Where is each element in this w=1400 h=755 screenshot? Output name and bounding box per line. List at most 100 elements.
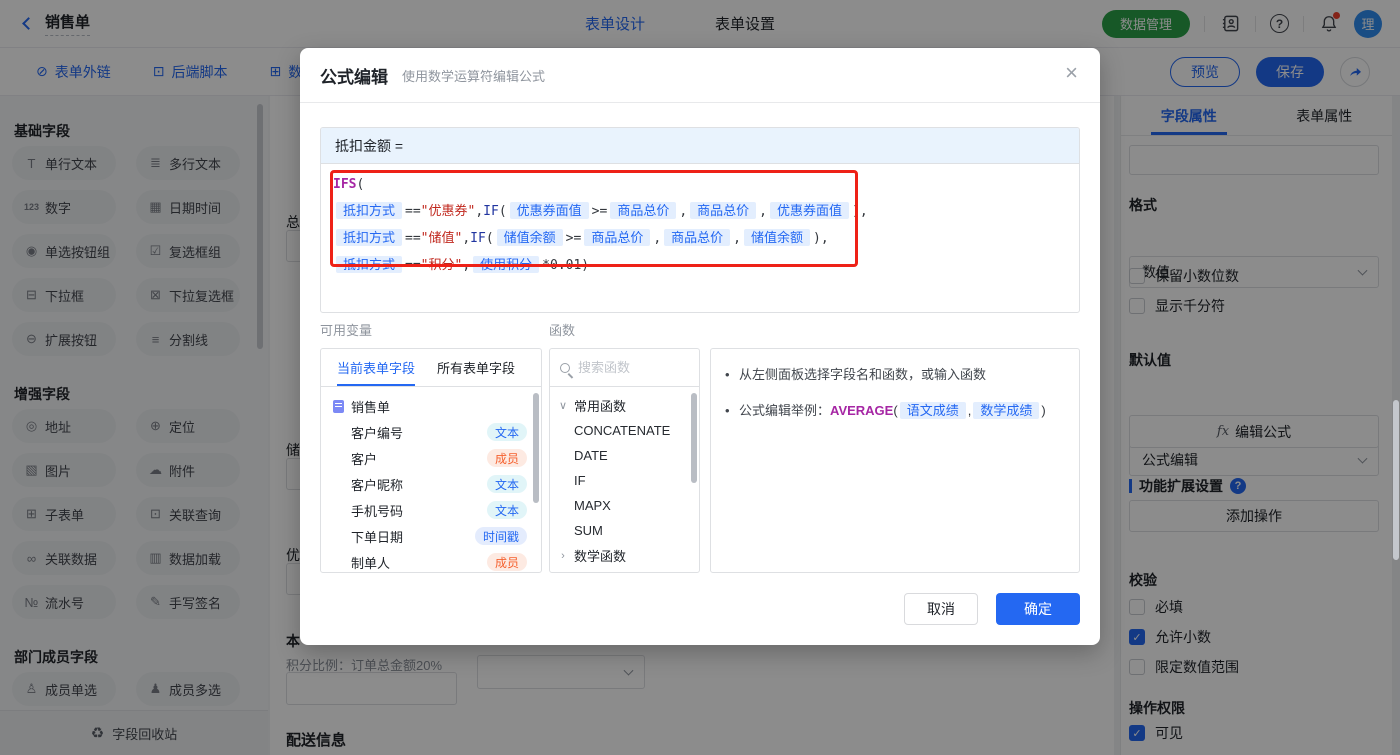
variables-scrollbar[interactable] — [533, 393, 539, 503]
variables-panel: 当前表单字段所有表单字段 销售单 客户编号文本客户成员客户昵称文本手机号码文本下… — [320, 348, 542, 573]
variable-type-badge: 文本 — [487, 475, 527, 493]
function-item[interactable]: MAPX — [550, 493, 699, 518]
function-group[interactable]: ›文本函数 — [550, 568, 699, 573]
variable-name: 客户 — [351, 449, 377, 468]
formula-token: , — [759, 204, 767, 219]
example-formula: AVERAGE(语文成绩,数学成绩) — [830, 403, 1046, 418]
formula-token: , — [968, 403, 972, 418]
modal-header: 公式编辑 使用数学运算符编辑公式 — [300, 48, 1100, 103]
variables-tab[interactable]: 当前表单字段 — [337, 349, 415, 386]
formula-field-pill[interactable]: 储值余额 — [497, 229, 563, 246]
variable-row[interactable]: 手机号码文本 — [321, 497, 541, 523]
formula-field-pill[interactable]: 商品总价 — [690, 202, 756, 219]
formula-token: == — [405, 204, 421, 219]
formula-token: == — [405, 231, 421, 246]
formula-token: , — [679, 204, 687, 219]
variables-tree: 销售单 客户编号文本客户成员客户昵称文本手机号码文本下单日期时间戳制单人成员 — [321, 387, 541, 573]
functions-panel: ∨ 常用函数 CONCATENATEDATEIFMAPXSUM › 数学函数 ›文本函数 — [549, 348, 700, 573]
variable-row[interactable]: 客户 成员 — [321, 445, 541, 471]
formula-field-pill[interactable]: 数学成绩 — [973, 402, 1039, 419]
formula-token: *0.01) — [542, 258, 589, 273]
variable-type-badge: 成员 — [487, 449, 527, 467]
formula-token: >= — [566, 231, 582, 246]
close-icon[interactable]: × — [1065, 62, 1078, 84]
tree-root-form[interactable]: 销售单 — [321, 393, 541, 419]
variable-type-badge: 时间戳 — [475, 527, 527, 545]
formula-field-pill[interactable]: 商品总价 — [610, 202, 676, 219]
formula-field-pill[interactable]: 商品总价 — [584, 229, 650, 246]
formula-field-pill[interactable]: 储值余额 — [744, 229, 810, 246]
variable-type-badge: 文本 — [487, 501, 527, 519]
formula-hints-panel: • 从左侧面板选择字段名和函数，或输入函数 • 公式编辑举例：AVERAGE(语… — [710, 348, 1080, 573]
variable-type-badge: 成员 — [487, 553, 527, 571]
function-group-label: 数学函数 — [574, 546, 626, 565]
formula-token: IF — [483, 204, 499, 219]
formula-token: AVERAGE — [830, 403, 893, 418]
function-group-label: 文本函数 — [574, 571, 626, 573]
page-scrollbar[interactable] — [1393, 400, 1399, 560]
hint-text-2: 公式编辑举例：AVERAGE(语文成绩,数学成绩) — [739, 401, 1046, 421]
variable-name: 制单人 — [351, 553, 390, 572]
formula-token: "优惠券" — [421, 204, 476, 219]
formula-target-field: 抵扣金额 = — [321, 128, 1079, 164]
cancel-button[interactable]: 取消 — [904, 593, 978, 625]
formula-token: ( — [486, 231, 494, 246]
variables-tab[interactable]: 所有表单字段 — [437, 349, 515, 386]
formula-field-pill[interactable]: 抵扣方式 — [336, 256, 402, 273]
variable-row[interactable]: 客户编号 文本 — [321, 419, 541, 445]
function-item[interactable]: SUM — [550, 518, 699, 543]
formula-token: ) — [1041, 403, 1045, 418]
formula-field-pill[interactable]: 抵扣方式 — [336, 202, 402, 219]
formula-field-pill[interactable]: 优惠券面值 — [770, 202, 849, 219]
variables-tabs: 当前表单字段所有表单字段 — [321, 349, 541, 387]
tree-root-label: 销售单 — [351, 397, 390, 416]
form-doc-icon — [333, 400, 344, 413]
variables-label: 可用变量 — [320, 320, 372, 339]
confirm-button[interactable]: 确定 — [996, 593, 1080, 625]
variable-row[interactable]: 制单人 成员 — [321, 549, 541, 573]
formula-field-pill[interactable]: 语文成绩 — [900, 402, 966, 419]
hint-row-1: • 从左侧面板选择字段名和函数，或输入函数 — [725, 365, 1065, 385]
example-prefix: 公式编辑举例： — [739, 403, 830, 418]
formula-token: == — [405, 258, 421, 273]
formula-field-pill[interactable]: 商品总价 — [664, 229, 730, 246]
formula-token: IF — [470, 231, 486, 246]
hint-row-2: • 公式编辑举例：AVERAGE(语文成绩,数学成绩) — [725, 401, 1065, 421]
formula-token: , — [462, 258, 470, 273]
function-group-label: 常用函数 — [574, 396, 626, 415]
formula-editor-modal: 公式编辑 使用数学运算符编辑公式 × 抵扣金额 = IFS(抵扣方式=="优惠券… — [300, 48, 1100, 645]
formula-field-pill[interactable]: 使用积分 — [473, 256, 539, 273]
chevron-right-icon: › — [558, 550, 568, 562]
function-item[interactable]: DATE — [550, 443, 699, 468]
formula-token: ( — [356, 177, 364, 192]
formula-token: IFS — [333, 177, 356, 192]
variable-type-badge: 文本 — [487, 423, 527, 441]
functions-scrollbar[interactable] — [691, 393, 697, 483]
variable-field-list: 客户编号文本客户成员客户昵称文本手机号码文本下单日期时间戳制单人成员 — [321, 419, 541, 573]
function-search-input[interactable] — [578, 360, 673, 375]
formula-field-pill[interactable]: 抵扣方式 — [336, 229, 402, 246]
modal-footer: 取消 确定 — [904, 593, 1080, 625]
formula-field-pill[interactable]: 优惠券面值 — [510, 202, 589, 219]
function-group[interactable]: › 数学函数 — [550, 543, 699, 568]
formula-token: ), — [813, 231, 829, 246]
formula-token: ), — [852, 204, 868, 219]
function-item[interactable]: CONCATENATE — [550, 418, 699, 443]
function-item[interactable]: IF — [550, 468, 699, 493]
functions-label: 函数 — [549, 320, 575, 339]
variable-name: 客户昵称 — [351, 475, 403, 494]
modal-title: 公式编辑 — [320, 63, 388, 88]
function-search — [550, 349, 699, 387]
formula-token: "积分" — [421, 258, 463, 273]
bullet-icon: • — [725, 401, 739, 421]
formula-token: "储值" — [421, 231, 463, 246]
formula-token: , — [462, 231, 470, 246]
formula-token: , — [475, 204, 483, 219]
chevron-down-icon: ∨ — [558, 399, 568, 412]
formula-token: >= — [592, 204, 608, 219]
variable-row[interactable]: 下单日期时间戳 — [321, 523, 541, 549]
variable-name: 客户编号 — [351, 423, 403, 442]
function-group[interactable]: ∨ 常用函数 — [550, 393, 699, 418]
variable-row[interactable]: 客户昵称 文本 — [321, 471, 541, 497]
formula-input-area[interactable]: IFS(抵扣方式=="优惠券",IF(优惠券面值>=商品总价,商品总价,优惠券面… — [321, 164, 1079, 287]
